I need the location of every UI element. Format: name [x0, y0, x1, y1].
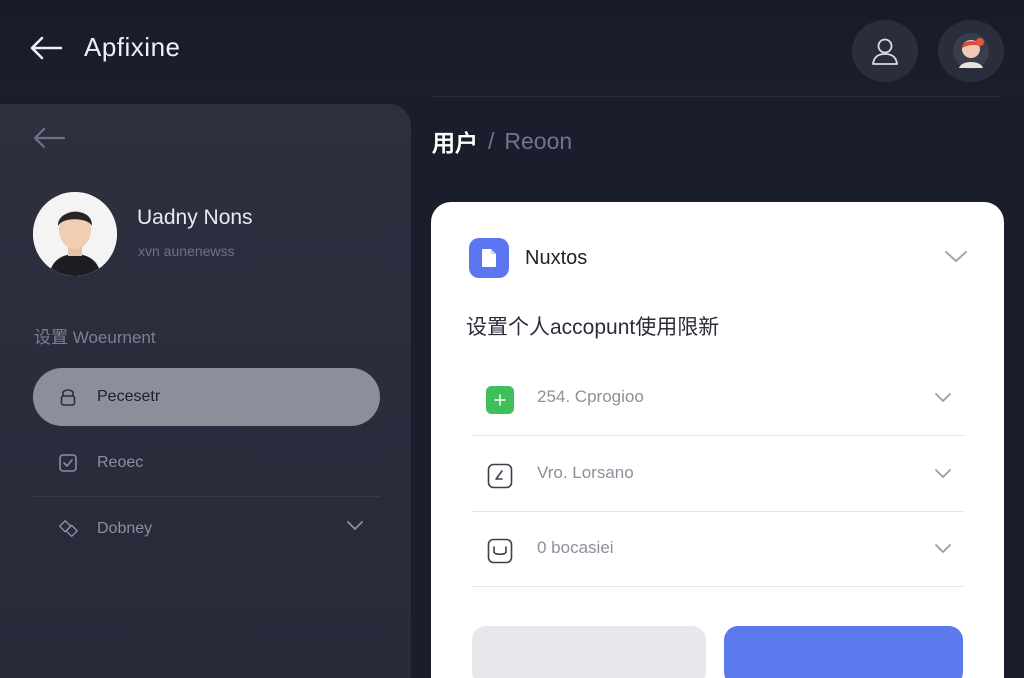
user-icon: [872, 38, 898, 65]
cancel-button[interactable]: [472, 626, 706, 678]
header-divider: [432, 96, 1000, 97]
collapse-button[interactable]: [940, 242, 972, 270]
sidebar-back-button[interactable]: [30, 122, 68, 154]
sidebar-item-dobney[interactable]: Dobney: [33, 500, 380, 558]
list-item[interactable]: Vro. Lorsano: [472, 438, 964, 512]
top-bar: Apfixine: [0, 0, 1024, 97]
tag-icon: [57, 518, 79, 540]
profile-name: Uadny Nons: [137, 206, 253, 229]
list-item[interactable]: 254. Cprogioo: [472, 362, 964, 436]
lock-icon: [57, 386, 79, 408]
chevron-down-icon: [346, 518, 364, 536]
edit-square-icon: [486, 462, 514, 490]
profile-subtitle: xvn aunenewss: [138, 243, 235, 259]
row-divider: [472, 586, 964, 587]
profile-avatar: [33, 192, 117, 276]
checkbox-icon: [57, 452, 79, 474]
breadcrumb: 用户 / Reoon: [432, 124, 572, 158]
chevron-down-icon: [934, 466, 952, 484]
document-icon: [469, 238, 509, 278]
breadcrumb-current: 用户: [432, 130, 478, 156]
person-avatar-icon: [33, 192, 117, 276]
row-divider: [472, 511, 964, 512]
list-item[interactable]: 0 bocasiei: [472, 513, 964, 587]
arrow-left-icon: [33, 127, 66, 149]
chevron-down-icon: [934, 390, 952, 408]
breadcrumb-separator: /: [488, 127, 495, 154]
row-divider: [472, 435, 964, 436]
sidebar-item-label: Pecesetr: [97, 388, 161, 405]
card-title: Nuxtos: [525, 247, 588, 269]
card-subtitle: 设置个人accopunt使用限新: [466, 316, 720, 339]
user-button[interactable]: [852, 20, 918, 82]
list-item-label: Vro. Lorsano: [537, 463, 634, 482]
message-square-icon: [486, 537, 514, 565]
list-item-label: 0 bocasiei: [537, 538, 614, 557]
avatar-icon: [953, 33, 989, 69]
arrow-left-icon: [30, 36, 63, 60]
chevron-down-icon: [945, 251, 967, 263]
confirm-button[interactable]: [724, 626, 963, 678]
avatar-button[interactable]: [938, 20, 1004, 82]
chevron-down-icon: [934, 541, 952, 559]
sidebar-divider: [33, 496, 380, 497]
list-item-label: 254. Cprogioo: [537, 387, 644, 406]
sidebar-item-label: Reoec: [97, 454, 144, 471]
breadcrumb-link[interactable]: Reoon: [504, 128, 572, 155]
sidebar-item-reoec[interactable]: Reoec: [33, 434, 380, 492]
sidebar-item-pecesetr[interactable]: Pecesetr: [33, 368, 380, 426]
section-label: 设置 Woeurnent: [34, 328, 156, 347]
app-title: Apfixine: [84, 32, 181, 62]
plus-square-icon: [486, 386, 514, 414]
settings-card: Nuxtos 设置个人accopunt使用限新 254. Cprogioo Vr…: [431, 202, 1004, 678]
sidebar: Uadny Nons xvn aunenewss 设置 Woeurnent Pe…: [0, 104, 411, 678]
back-button[interactable]: [26, 28, 66, 68]
sidebar-item-label: Dobney: [97, 520, 153, 537]
